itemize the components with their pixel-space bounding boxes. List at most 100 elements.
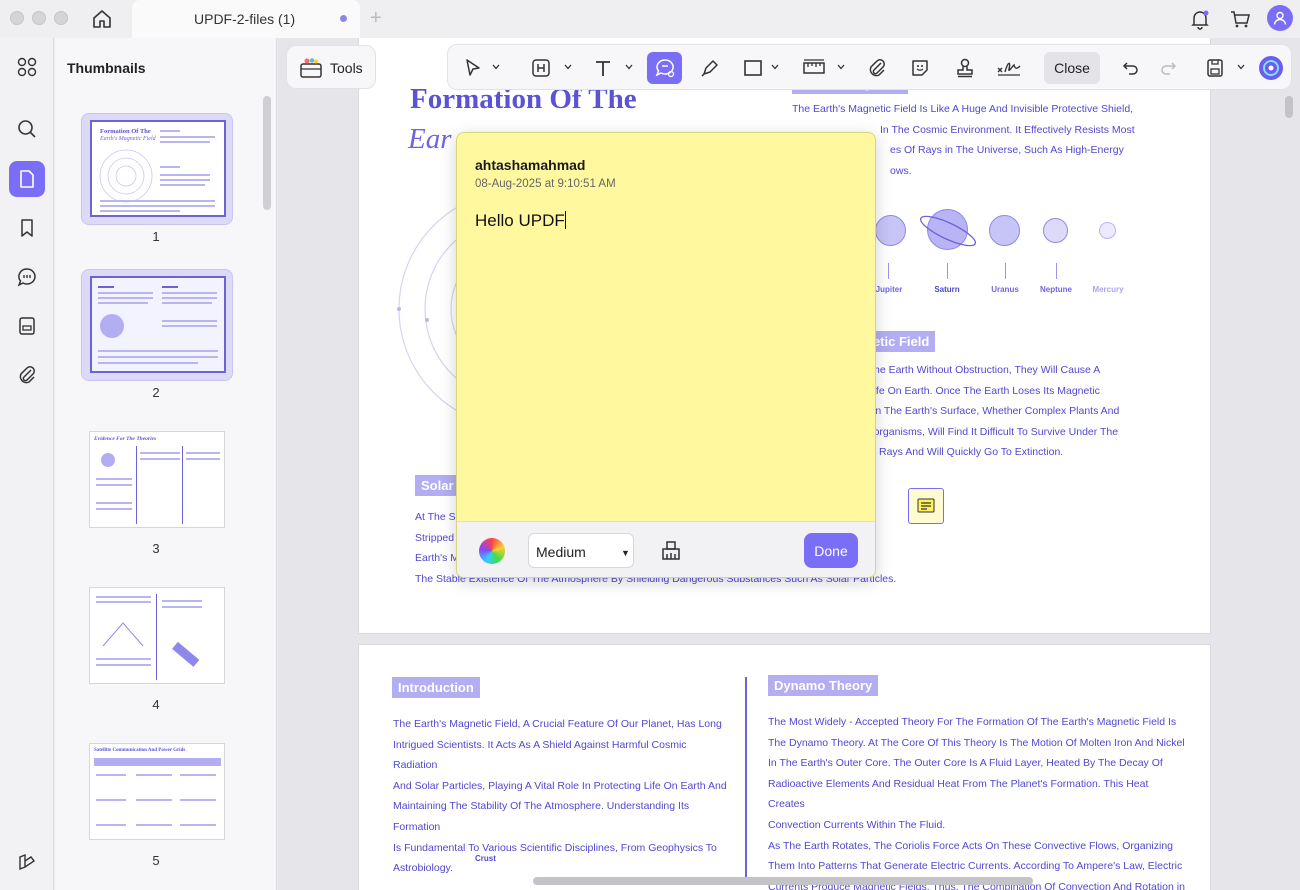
chevron-down-icon[interactable] <box>625 63 633 71</box>
introduction-paragraph: The Earth's Magnetic Field, A Crucial Fe… <box>393 718 727 875</box>
document-box-icon <box>19 317 35 335</box>
thumbnails-scrollbar[interactable] <box>263 96 271 210</box>
signature-icon <box>997 62 1021 76</box>
done-button[interactable]: Done <box>804 533 858 568</box>
note-timestamp: 08-Aug-2025 at 9:10:51 AM <box>475 178 616 190</box>
search-icon <box>18 120 36 138</box>
size-value: Medium <box>536 544 586 560</box>
user-icon <box>1273 11 1287 25</box>
chevron-down-icon[interactable] <box>492 63 500 71</box>
vertical-scrollbar[interactable] <box>1285 96 1293 118</box>
pen-icon <box>701 60 718 77</box>
thumbnails-button[interactable] <box>9 161 45 197</box>
thumbnail-page-5[interactable]: Satellite Communication And Power Grids <box>81 737 233 849</box>
comments-button[interactable] <box>9 259 45 295</box>
note-author: ahtashamahmad <box>475 157 586 173</box>
ai-assistant-button[interactable] <box>1256 52 1286 84</box>
page-number: 1 <box>152 229 160 244</box>
window-minimize-light[interactable] <box>32 11 46 25</box>
window-close-light[interactable] <box>10 11 24 25</box>
new-tab-button[interactable]: + <box>370 7 382 30</box>
chevron-down-icon[interactable] <box>771 63 779 71</box>
attach-file-button[interactable] <box>862 52 892 84</box>
ai-assistant-icon <box>1259 56 1283 80</box>
redo-icon <box>1161 62 1177 75</box>
chevron-down-icon[interactable] <box>1237 63 1245 71</box>
chevron-down-icon[interactable] <box>564 63 572 71</box>
attachments-panel-button[interactable] <box>9 308 45 344</box>
apps-button[interactable] <box>9 49 45 85</box>
color-picker-button[interactable] <box>479 538 505 564</box>
text-icon <box>596 61 610 76</box>
chevron-down-icon[interactable] <box>837 63 845 71</box>
close-tool-button[interactable]: Close <box>1044 52 1100 84</box>
annotation-toolbar: Close <box>447 44 1292 90</box>
thumb-title: Evidence For The Theories <box>94 436 157 442</box>
comment-icon <box>17 268 36 287</box>
page-subtitle: Ear <box>408 123 452 155</box>
redo-button[interactable] <box>1155 52 1183 84</box>
document-tab[interactable]: UPDF-2-files (1) <box>132 0 360 38</box>
highlight-tool-button[interactable] <box>526 52 556 84</box>
thumbnail-page-2[interactable] <box>81 269 233 381</box>
planet-jupiter <box>875 215 906 246</box>
tools-label: Tools <box>330 60 363 76</box>
signature-tool-button[interactable] <box>993 52 1025 84</box>
account-avatar[interactable] <box>1267 5 1293 31</box>
crust-label: Crust <box>475 854 496 863</box>
note-size-select[interactable]: Medium ▼ <box>528 533 634 568</box>
comment-search-icon <box>655 59 674 78</box>
sticker-tool-button[interactable] <box>905 52 935 84</box>
measure-tool-button[interactable] <box>799 52 829 84</box>
title-bar: UPDF-2-files (1) + <box>0 0 1300 38</box>
sticky-note-tool-button[interactable] <box>647 52 682 84</box>
pencil-tool-button[interactable] <box>695 52 725 84</box>
orbit-diagram-thumb <box>99 149 153 203</box>
thumb-subtitle: Earth's Magnetic Field <box>100 136 156 142</box>
clear-style-icon[interactable] <box>659 539 683 563</box>
themes-button[interactable] <box>9 844 45 880</box>
thumb-title: Formation Of The <box>100 128 151 135</box>
stamp-tool-button[interactable] <box>950 52 980 84</box>
text-tool-button[interactable] <box>588 52 618 84</box>
sticky-note-marker[interactable] <box>908 488 944 524</box>
section-tag-introduction: Introduction <box>392 677 480 698</box>
satellite-thumb <box>172 641 200 667</box>
save-button[interactable] <box>1201 52 1229 84</box>
home-icon <box>93 10 111 28</box>
page-number: 3 <box>152 541 160 556</box>
bookmark-icon <box>21 219 33 237</box>
search-button[interactable] <box>9 111 45 147</box>
cursor-icon <box>466 59 480 76</box>
sticky-note-popup: ahtashamahmad 08-Aug-2025 at 9:10:51 AM … <box>456 132 876 578</box>
pdf-page-2: Introduction The Earth's Magnetic Field,… <box>358 644 1211 890</box>
rectangle-icon <box>744 60 762 76</box>
home-button[interactable] <box>88 6 116 32</box>
thumbnail-page-3[interactable]: Evidence For The Theories <box>81 425 233 537</box>
planet-label: Mercury <box>1092 285 1124 294</box>
note-text-area[interactable]: Hello UPDF <box>475 211 566 231</box>
thumbnail-page-4[interactable] <box>81 581 233 693</box>
horizontal-scrollbar[interactable] <box>533 877 1033 885</box>
attachment-button[interactable] <box>9 357 45 393</box>
window-zoom-light[interactable] <box>54 11 68 25</box>
shape-tool-button[interactable] <box>738 52 768 84</box>
dynamo-paragraph: The Most Widely - Accepted Theory For Th… <box>768 716 1185 890</box>
cart-button[interactable] <box>1226 6 1254 32</box>
globe-thumb <box>100 314 124 338</box>
section-tag-dynamo: Dynamo Theory <box>768 675 879 696</box>
select-tool-button[interactable] <box>458 52 488 84</box>
tab-title: UPDF-2-files (1) <box>194 11 296 27</box>
undo-button[interactable] <box>1116 52 1144 84</box>
undo-icon <box>1122 62 1138 75</box>
paperclip-icon <box>869 59 885 77</box>
page-number: 2 <box>152 385 160 400</box>
note-icon <box>917 498 935 513</box>
highlight-icon <box>532 59 550 77</box>
bookmarks-button[interactable] <box>9 210 45 246</box>
thumbnail-page-1[interactable]: Formation Of The Earth's Magnetic Field <box>81 113 233 225</box>
tools-button[interactable]: Tools <box>286 45 376 89</box>
bell-icon <box>1191 10 1209 30</box>
field-paragraph: h The Earth Without Obstruction, They Wi… <box>859 364 1120 459</box>
notifications-button[interactable] <box>1186 6 1214 32</box>
